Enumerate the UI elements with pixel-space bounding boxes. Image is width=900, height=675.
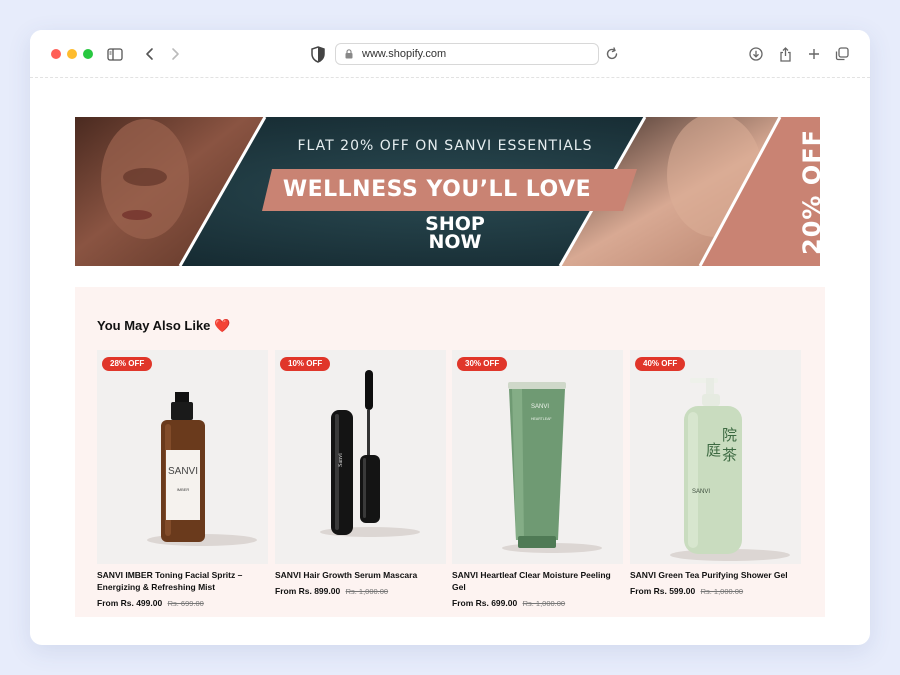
url-text: www.shopify.com bbox=[362, 48, 447, 60]
product-name[interactable]: SANVI Hair Growth Serum Mascara bbox=[275, 569, 446, 581]
discount-badge: 28% OFF bbox=[102, 357, 153, 371]
discount-badge: 40% OFF bbox=[635, 357, 686, 371]
svg-text:Sanvi: Sanvi bbox=[338, 453, 344, 467]
shop-now-line-2: NOW bbox=[428, 231, 482, 253]
svg-text:庭: 庭 bbox=[706, 441, 721, 459]
banner-headline: WELLNESS YOU’LL LOVE bbox=[282, 177, 592, 202]
share-icon[interactable] bbox=[775, 44, 795, 64]
banner-side-text: 20% OFF bbox=[798, 129, 820, 255]
recommendations-section: You May Also Like ❤️ SANVI IMBER 28% OFF … bbox=[75, 287, 825, 617]
sale-price: From Rs. 499.00 bbox=[97, 598, 163, 608]
back-icon[interactable] bbox=[140, 44, 160, 64]
toolbar-divider bbox=[30, 77, 870, 78]
product-card[interactable]: SANVI HEARTLEAF 30% OFF SANVI Heartleaf … bbox=[452, 350, 623, 608]
shop-now-button[interactable]: SHOP NOW bbox=[400, 215, 510, 253]
svg-text:茶: 茶 bbox=[722, 446, 737, 464]
compare-price: Rs. 1,000.00 bbox=[345, 587, 389, 596]
amber-spray-bottle-image: SANVI IMBER bbox=[147, 392, 257, 546]
svg-text:SANVI: SANVI bbox=[168, 466, 198, 477]
minimize-window-button[interactable] bbox=[67, 49, 77, 59]
browser-toolbar: www.shopify.com bbox=[30, 30, 870, 78]
svg-text:IMBER: IMBER bbox=[177, 487, 190, 492]
address-bar[interactable]: www.shopify.com bbox=[335, 43, 599, 65]
sale-price: From Rs. 599.00 bbox=[630, 586, 696, 596]
banner-subtitle: FLAT 20% OFF ON SANVI ESSENTIALS bbox=[297, 138, 593, 154]
svg-text:SANVI: SANVI bbox=[531, 404, 549, 410]
tabs-icon[interactable] bbox=[832, 44, 852, 64]
product-card[interactable]: SANVI IMBER 28% OFF SANVI IMBER Toning F… bbox=[97, 350, 268, 608]
svg-text:院: 院 bbox=[722, 426, 737, 444]
lock-icon bbox=[345, 49, 353, 59]
product-name[interactable]: SANVI Heartleaf Clear Moisture Peeling G… bbox=[452, 569, 623, 593]
section-title-text: You May Also Like bbox=[97, 318, 211, 333]
maximize-window-button[interactable] bbox=[83, 49, 93, 59]
discount-badge: 30% OFF bbox=[457, 357, 508, 371]
product-name[interactable]: SANVI IMBER Toning Facial Spritz – Energ… bbox=[97, 569, 268, 593]
download-icon[interactable] bbox=[746, 44, 766, 64]
promo-banner[interactable]: FLAT 20% OFF ON SANVI ESSENTIALS WELLNES… bbox=[75, 117, 820, 266]
green-tube-image: SANVI HEARTLEAF bbox=[502, 382, 602, 553]
product-card[interactable]: Sanvi 10% OFF SANVI Hair Growth Serum Ma… bbox=[275, 350, 446, 596]
sidebar-icon[interactable] bbox=[105, 44, 125, 64]
product-name[interactable]: SANVI Green Tea Purifying Shower Gel bbox=[630, 569, 801, 581]
product-price: From Rs. 699.00 Rs. 1,000.00 bbox=[452, 598, 623, 608]
heart-icon: ❤️ bbox=[214, 318, 231, 333]
forward-icon[interactable] bbox=[165, 44, 185, 64]
discount-badge: 10% OFF bbox=[280, 357, 331, 371]
sale-price: From Rs. 699.00 bbox=[452, 598, 518, 608]
compare-price: Rs. 1,000.00 bbox=[700, 587, 744, 596]
section-title: You May Also Like ❤️ bbox=[97, 318, 231, 334]
product-image[interactable]: 庭 院 茶 SANVI 40% OFF bbox=[630, 350, 801, 564]
product-price: From Rs. 599.00 Rs. 1,000.00 bbox=[630, 586, 801, 596]
compare-price: Rs. 699.00 bbox=[167, 599, 204, 608]
pump-bottle-image: 庭 院 茶 SANVI bbox=[670, 378, 790, 561]
browser-window: www.shopify.com FLAT 20% OFF ON SANVI ES… bbox=[30, 30, 870, 645]
svg-text:SANVI: SANVI bbox=[692, 489, 710, 495]
new-tab-icon[interactable] bbox=[804, 44, 824, 64]
sale-price: From Rs. 899.00 bbox=[275, 586, 341, 596]
close-window-button[interactable] bbox=[51, 49, 61, 59]
product-image[interactable]: SANVI IMBER 28% OFF bbox=[97, 350, 268, 564]
product-image[interactable]: SANVI HEARTLEAF 30% OFF bbox=[452, 350, 623, 564]
product-price: From Rs. 899.00 Rs. 1,000.00 bbox=[275, 586, 446, 596]
mascara-image: Sanvi bbox=[320, 370, 420, 537]
product-price: From Rs. 499.00 Rs. 699.00 bbox=[97, 598, 268, 608]
reload-icon[interactable] bbox=[602, 44, 622, 64]
shield-icon[interactable] bbox=[308, 44, 328, 64]
svg-text:HEARTLEAF: HEARTLEAF bbox=[531, 417, 552, 421]
product-image[interactable]: Sanvi 10% OFF bbox=[275, 350, 446, 564]
product-card[interactable]: 庭 院 茶 SANVI 40% OFF SANVI Green Tea Puri… bbox=[630, 350, 801, 596]
compare-price: Rs. 1,000.00 bbox=[522, 599, 566, 608]
